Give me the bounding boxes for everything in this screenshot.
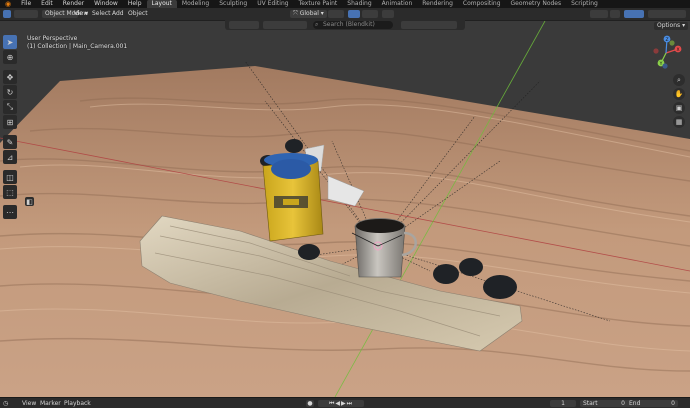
orientation-label: Global bbox=[299, 10, 319, 17]
tab-layout[interactable]: Layout bbox=[146, 0, 177, 8]
tab-shading[interactable]: Shading bbox=[342, 0, 376, 8]
options-dropdown[interactable]: Options ▾ bbox=[654, 22, 689, 30]
pan-hand-icon[interactable]: ✋ bbox=[673, 88, 685, 100]
rotate-icon[interactable]: ↻ bbox=[3, 85, 17, 99]
playback-controls-icon[interactable]: ⏮◀▶⏭ bbox=[318, 400, 364, 407]
end-value: 0 bbox=[671, 400, 675, 407]
start-value: 0 bbox=[621, 400, 625, 407]
timeline-menu-marker[interactable]: Marker bbox=[40, 400, 61, 407]
record-icon[interactable]: ● bbox=[306, 400, 314, 407]
mode-dropdown[interactable]: Object Mode ▾ bbox=[42, 10, 88, 18]
gizmo-z-label: Z bbox=[665, 37, 668, 43]
tab-uv-editing[interactable]: UV Editing bbox=[252, 0, 293, 8]
shading-mode-icons[interactable] bbox=[648, 10, 686, 18]
tab-rendering[interactable]: Rendering bbox=[417, 0, 458, 8]
tab-compositing[interactable]: Compositing bbox=[458, 0, 506, 8]
header-menu-select[interactable]: Select bbox=[92, 10, 111, 18]
select-box-icon[interactable]: ➤ bbox=[3, 35, 17, 49]
options-label: Options bbox=[657, 22, 681, 29]
blendkit-category-icons[interactable] bbox=[263, 21, 307, 29]
gizmo-x-label: X bbox=[676, 47, 679, 53]
tab-scripting[interactable]: Scripting bbox=[566, 0, 603, 8]
grid-perspective-icon[interactable]: ▦ bbox=[673, 116, 685, 128]
menu-file[interactable]: File bbox=[16, 0, 36, 8]
orientation-dropdown[interactable]: ⤧ Global ▾ bbox=[290, 10, 327, 18]
cursor-icon[interactable]: ⊕ bbox=[3, 50, 17, 64]
current-frame-field[interactable]: 1 bbox=[550, 400, 576, 407]
blendkit-tools-icons[interactable] bbox=[229, 21, 259, 29]
tab-modeling[interactable]: Modeling bbox=[177, 0, 214, 8]
tab-animation[interactable]: Animation bbox=[377, 0, 418, 8]
tool-header: ⌕ Search (Blendkit) bbox=[225, 20, 465, 30]
camera-view-icon[interactable]: ▣ bbox=[673, 102, 685, 114]
left-toolbar: ➤ ⊕ ✥ ↻ ⤡ ⊞ ✎ ⊿ ◫ ⬚ ⋯ bbox=[3, 35, 19, 219]
end-frame-field[interactable]: End 0 bbox=[626, 400, 678, 407]
timeline-menu-playback[interactable]: Playback bbox=[64, 400, 91, 407]
sidebar-toggle-icon[interactable]: ◧ bbox=[25, 197, 34, 206]
overlay-toggle-icon[interactable] bbox=[624, 10, 644, 18]
blender-logo-icon[interactable]: ◉ bbox=[0, 0, 16, 8]
timeline-menu-view[interactable]: View bbox=[22, 400, 36, 407]
3d-viewport[interactable]: User Perspective (1) Collection | Main_C… bbox=[0, 21, 690, 397]
zoom-icon[interactable]: ⌕ bbox=[673, 74, 685, 86]
proportional-edit-icon[interactable] bbox=[382, 10, 394, 18]
scale-icon[interactable]: ⤡ bbox=[3, 100, 17, 114]
start-label: Start bbox=[583, 400, 598, 407]
blendkit-filter-icons[interactable] bbox=[401, 21, 457, 29]
tab-texture-paint[interactable]: Texture Paint bbox=[294, 0, 343, 8]
transform-icon[interactable]: ⊞ bbox=[3, 115, 17, 129]
header-menu-object[interactable]: Object bbox=[128, 10, 148, 18]
search-icon: ⌕ bbox=[315, 21, 319, 28]
scene-render bbox=[0, 21, 690, 397]
transform-orientation-icon: ⤧ bbox=[293, 10, 300, 17]
pivot-point-icon[interactable] bbox=[328, 10, 344, 18]
menu-render[interactable]: Render bbox=[58, 0, 89, 8]
extra-tool-icon[interactable]: ⋯ bbox=[3, 205, 17, 219]
gizmo-y-label: Y bbox=[659, 61, 663, 67]
menu-edit[interactable]: Edit bbox=[36, 0, 58, 8]
timeline-editor-icon[interactable]: ◷ bbox=[3, 400, 8, 407]
top-menubar: ◉ File Edit Render Window Help Layout Mo… bbox=[0, 0, 690, 8]
gizmo-toggle-icon[interactable] bbox=[610, 10, 620, 18]
snap-target-icon[interactable] bbox=[362, 10, 378, 18]
move-icon[interactable]: ✥ bbox=[3, 70, 17, 84]
timeline-header: ◷ View Marker Playback ● ⏮◀▶⏭ 1 Start 0 E… bbox=[0, 397, 690, 408]
search-input[interactable]: ⌕ Search (Blendkit) bbox=[313, 21, 393, 29]
annotate-icon[interactable]: ✎ bbox=[3, 135, 17, 149]
search-placeholder: Search (Blendkit) bbox=[323, 21, 375, 28]
header-menu-view[interactable]: View bbox=[74, 10, 88, 18]
editor-type-icon[interactable] bbox=[3, 10, 11, 18]
navigation-gizmo[interactable]: X Y Z bbox=[648, 35, 684, 71]
selection-mode-icons[interactable] bbox=[14, 10, 38, 18]
add-cube-icon[interactable]: ◫ bbox=[3, 170, 17, 184]
visibility-icon[interactable] bbox=[590, 10, 608, 18]
tab-geometry-nodes[interactable]: Geometry Nodes bbox=[506, 0, 567, 8]
end-label: End bbox=[629, 400, 641, 407]
view-name: User Perspective bbox=[27, 35, 78, 42]
header-menu-add[interactable]: Add bbox=[112, 10, 124, 18]
collection-info: (1) Collection | Main_Camera.001 bbox=[27, 43, 128, 50]
snap-icon[interactable] bbox=[348, 10, 360, 18]
menu-window[interactable]: Window bbox=[89, 0, 123, 8]
measure-icon[interactable]: ⊿ bbox=[3, 150, 17, 164]
add-object-icon[interactable]: ⬚ bbox=[3, 185, 17, 199]
tab-sculpting[interactable]: Sculpting bbox=[214, 0, 252, 8]
start-frame-field[interactable]: Start 0 bbox=[580, 400, 628, 407]
menu-help[interactable]: Help bbox=[123, 0, 147, 8]
